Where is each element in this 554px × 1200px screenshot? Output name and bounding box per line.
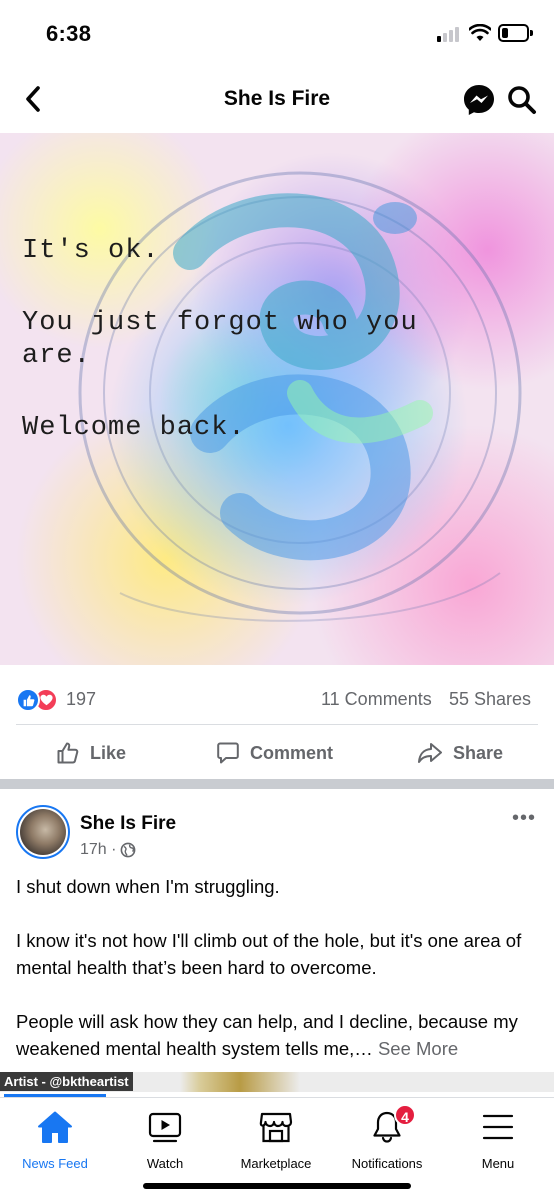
globe-icon [121, 842, 136, 858]
divider [16, 724, 538, 725]
post-image-preview[interactable]: Artist - @bktheartist [0, 1072, 554, 1092]
share-arrow-icon [418, 743, 442, 763]
page-header: She Is Fire [0, 66, 554, 132]
tab-watch[interactable]: Watch [110, 1108, 220, 1171]
tab-label: Menu [481, 1156, 515, 1171]
battery-icon [498, 24, 533, 42]
quote-line: Welcome back. [22, 413, 246, 443]
post-paragraph: I shut down when I'm struggling. [16, 876, 280, 897]
quote-line-part: are. [22, 341, 91, 371]
home-icon [38, 1111, 72, 1143]
cellular-signal-icon [437, 26, 463, 42]
status-time: 6:38 [46, 21, 92, 46]
post-action-bar: Like Comment Share [0, 726, 554, 778]
post-header: She Is Fire 17h · ••• [0, 789, 554, 869]
tab-news-feed[interactable]: News Feed [0, 1108, 110, 1171]
search-button[interactable] [506, 84, 538, 116]
tab-label: News Feed [22, 1156, 88, 1171]
like-button[interactable]: Like [56, 738, 126, 768]
search-icon [508, 86, 536, 114]
like-reaction-icon [16, 688, 40, 712]
quote-line: It's ok. [22, 236, 160, 266]
mandala-om-art [78, 171, 522, 622]
wifi-icon [469, 24, 491, 41]
artist-credit: Artist - @bktheartist [0, 1072, 133, 1091]
post-text: I shut down when I'm struggling. I know … [16, 873, 538, 1062]
comment-icon [217, 742, 239, 764]
tab-notifications[interactable]: 4 Notifications [332, 1104, 442, 1171]
comment-label: Comment [250, 742, 334, 763]
shares-count-link[interactable]: 55 Shares [449, 689, 531, 710]
messenger-icon [464, 85, 494, 115]
tab-marketplace[interactable]: Marketplace [221, 1108, 331, 1171]
tab-label: Watch [146, 1156, 184, 1171]
feed-separator [0, 779, 554, 789]
status-bar: 6:38 [0, 0, 554, 66]
like-label: Like [90, 742, 127, 763]
more-options-button[interactable]: ••• [512, 808, 536, 828]
tab-label: Marketplace [240, 1156, 312, 1171]
reaction-icons[interactable] [16, 688, 62, 712]
comments-count-link[interactable]: 11 Comments [321, 689, 432, 710]
see-more-link[interactable]: See More [378, 1038, 458, 1059]
home-indicator[interactable] [143, 1183, 411, 1189]
notification-badge: 4 [394, 1104, 416, 1126]
comment-button[interactable]: Comment [216, 738, 333, 768]
store-icon [259, 1112, 293, 1143]
avatar[interactable] [16, 805, 70, 859]
post-image[interactable]: It's ok. You just forgot who you are. We… [0, 133, 554, 665]
quote-line: You just forgot who you are. [22, 307, 418, 373]
post-meta: 17h · [80, 841, 136, 859]
post-timestamp[interactable]: 17h · [80, 841, 116, 859]
quote-line-part: You just forgot who you [22, 308, 418, 338]
post-paragraph: I know it's not how I'll climb out of th… [16, 930, 522, 978]
share-button[interactable]: Share [417, 738, 503, 768]
reaction-count[interactable]: 197 [66, 689, 96, 710]
tab-menu[interactable]: Menu [443, 1108, 553, 1171]
video-icon [148, 1112, 182, 1143]
post-paragraph: People will ask how they can help, and I… [16, 1008, 538, 1062]
reactions-summary: 197 11 Comments 55 Shares [0, 672, 554, 724]
thumbs-up-icon [57, 742, 79, 764]
share-label: Share [453, 742, 504, 763]
hamburger-icon [482, 1114, 514, 1140]
messenger-button[interactable] [462, 83, 496, 117]
tab-label: Notifications [351, 1156, 423, 1171]
post-author-name[interactable]: She Is Fire [80, 813, 176, 835]
